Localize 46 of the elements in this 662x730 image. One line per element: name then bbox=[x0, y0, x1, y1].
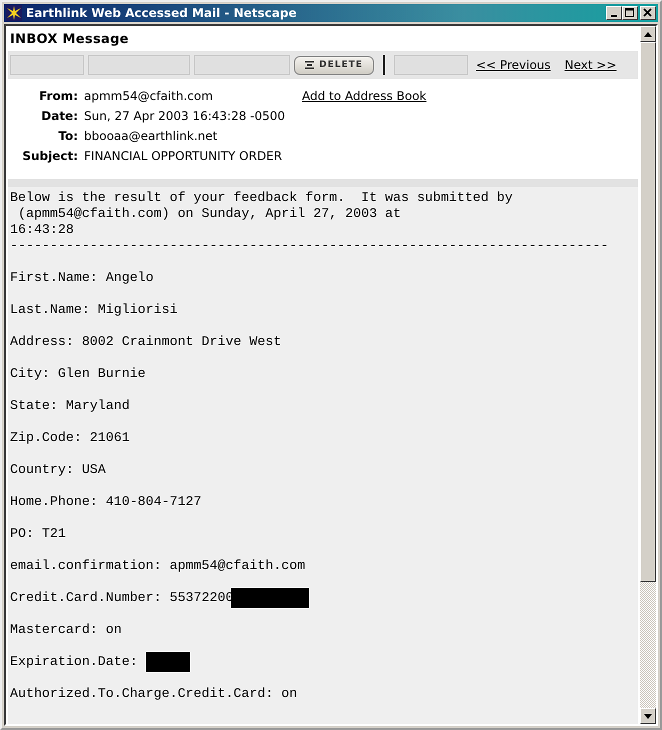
body-line: (apmm54@cfaith.com) on Sunday, April 27, 2003 at bbox=[16, 206, 402, 222]
header-value: FINANCIAL OPPORTUNITY ORDER bbox=[84, 149, 284, 163]
minimize-icon bbox=[611, 15, 617, 17]
form-field-line: Authorized.To.Charge.Credit.Card: on bbox=[10, 686, 298, 702]
form-field-line: Last.Name: Migliorisi bbox=[10, 302, 178, 318]
scroll-thumb[interactable] bbox=[640, 42, 656, 582]
form-field-line: State: Maryland bbox=[10, 398, 130, 414]
form-field-line: Home.Phone: 410-804-7127 bbox=[10, 494, 202, 510]
form-field-line: PO: T21 bbox=[10, 526, 66, 542]
previous-link[interactable]: << Previous bbox=[476, 58, 551, 72]
form-field-line: First.Name: Angelo bbox=[10, 270, 154, 286]
close-icon bbox=[643, 8, 653, 18]
header-value: Sun, 27 Apr 2003 16:43:28 -0500 bbox=[84, 109, 286, 123]
page-title: INBOX Message bbox=[9, 31, 130, 49]
scroll-up-button[interactable] bbox=[640, 26, 656, 42]
maximize-icon bbox=[625, 8, 635, 18]
form-field-line: email.confirmation: apmm54@cfaith.com bbox=[10, 558, 306, 574]
form-field-line: City: Glen Burnie bbox=[10, 366, 146, 382]
divider-line: --------------------------------------------------------------------------- bbox=[10, 238, 610, 254]
star-burst-icon bbox=[6, 5, 22, 21]
minimize-button[interactable] bbox=[606, 6, 622, 20]
add-to-address-book-link[interactable]: Add to Address Book bbox=[302, 89, 426, 103]
next-link[interactable]: Next >> bbox=[564, 58, 617, 72]
up-arrow-icon bbox=[644, 32, 652, 36]
form-field-line: Mastercard: on bbox=[10, 622, 122, 638]
delete-button[interactable]: DELETE bbox=[294, 56, 374, 74]
maximize-button[interactable] bbox=[622, 6, 638, 20]
delete-icon bbox=[305, 61, 314, 69]
close-button[interactable] bbox=[640, 6, 656, 20]
form-field-line: Address: 8002 Crainmont Drive West bbox=[10, 334, 282, 350]
form-field-line: Credit.Card.Number: 55372200 bbox=[10, 590, 234, 606]
header-label: Subject: bbox=[21, 149, 79, 163]
header-label: Date: bbox=[40, 109, 79, 123]
vertical-scrollbar[interactable] bbox=[640, 26, 656, 724]
window-title: Earthlink Web Accessed Mail - Netscape bbox=[26, 6, 298, 20]
body-line: Below is the result of your feedback form. It was submitted by bbox=[10, 190, 514, 206]
form-field-line: Zip.Code: 21061 bbox=[10, 430, 130, 446]
header-label: From: bbox=[38, 89, 79, 103]
scroll-down-button[interactable] bbox=[640, 708, 656, 724]
form-field-line: Country: USA bbox=[10, 462, 106, 478]
header-label: To: bbox=[57, 129, 79, 143]
down-arrow-icon bbox=[644, 714, 652, 718]
body-line: 16:43:28 bbox=[10, 222, 75, 238]
header-value: bbooaa@earthlink.net bbox=[84, 129, 218, 143]
header-value: apmm54@cfaith.com bbox=[84, 89, 214, 103]
form-field-line: Expiration.Date: bbox=[10, 654, 138, 670]
